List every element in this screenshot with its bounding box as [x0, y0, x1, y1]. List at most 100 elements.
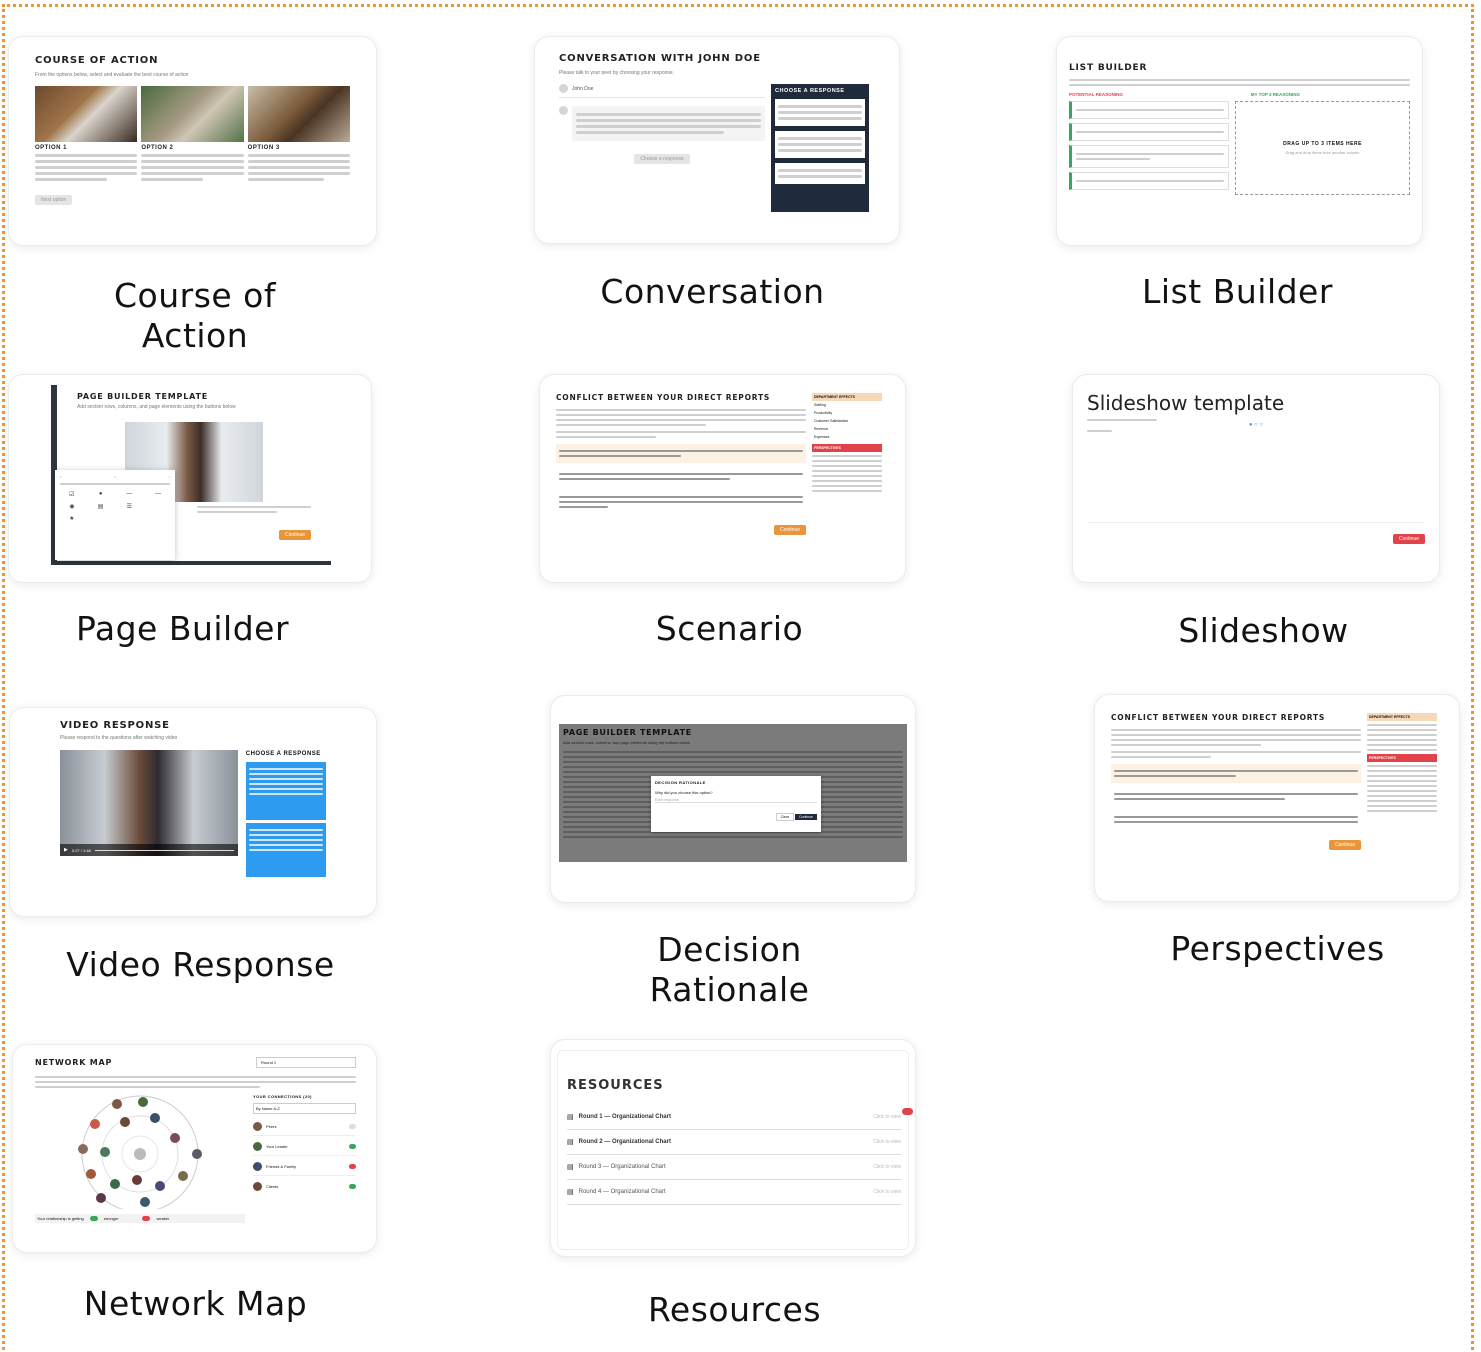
left-column-label: POTENTIAL REASONING [1069, 92, 1123, 97]
dept-effects-header: DEPARTMENT EFFECTS [1367, 713, 1437, 721]
choice[interactable] [1111, 787, 1361, 806]
choice-selected[interactable] [556, 444, 806, 463]
circle-icon[interactable]: ● [89, 491, 113, 498]
sort-select[interactable]: By Name A-Z [253, 1103, 356, 1114]
drop-subtitle: Drag and drop items from another column [1285, 150, 1360, 155]
page-builder-preview[interactable]: PAGE BUILDER TEMPLATE Add section rows, … [9, 375, 371, 582]
text-icon[interactable]: ▤ [89, 503, 113, 510]
checkbox-icon[interactable]: ☑ [60, 491, 84, 498]
connection-row[interactable]: Your Leader [253, 1142, 356, 1156]
laptop-image [35, 86, 138, 142]
legend-label: Your relationship is getting [37, 1216, 84, 1221]
resource-title: Round 1 — Organizational Chart [578, 1114, 671, 1120]
continue-button[interactable]: Continue [773, 525, 806, 535]
resource-title: Round 4 — Organizational Chart [578, 1189, 666, 1195]
continue-button[interactable]: Continue [794, 814, 817, 820]
continue-button[interactable]: Continue [278, 530, 311, 540]
preview-title: Slideshow template [1087, 391, 1285, 415]
scenario-preview[interactable]: CONFLICT BETWEEN YOUR DIRECT REPORTS Con… [540, 375, 905, 582]
notification-badge [902, 1108, 913, 1115]
preview-subtitle: Add section rows, columns, and page elem… [563, 740, 690, 745]
list-item[interactable] [1069, 101, 1229, 119]
resource-row[interactable]: ▤ Round 4 — Organizational Chart Click t… [567, 1180, 901, 1205]
resources-preview[interactable]: RESOURCES ▤ Round 1 — Organizational Cha… [551, 1040, 915, 1256]
continue-button[interactable]: Continue [1392, 534, 1425, 544]
connection-row[interactable]: Clients [253, 1182, 356, 1191]
slide-dots[interactable]: ● ○ ○ [1087, 422, 1425, 428]
preview-title: CONFLICT BETWEEN YOUR DIRECT REPORTS [556, 393, 771, 402]
list-icon[interactable]: ☰ [118, 503, 142, 510]
video-response-preview[interactable]: VIDEO RESPONSE Please respond to the que… [10, 708, 376, 916]
choice[interactable] [1111, 810, 1361, 829]
choice-selected[interactable] [1111, 764, 1361, 783]
network-graph[interactable]: Your relationship is getting stronger we… [35, 1094, 245, 1223]
response-option[interactable] [245, 762, 326, 820]
response-option[interactable] [775, 163, 865, 184]
preview-subtitle: From the options below, select and evalu… [35, 72, 189, 78]
video-player[interactable]: ▶ 0:27 / 1:48 [60, 750, 238, 856]
element-toolbox[interactable]: ▪ ▪ ▪ ☑ ● — — ◉ ▤ ☰ ★ [55, 470, 175, 560]
preview-title: CONFLICT BETWEEN YOUR DIRECT REPORTS [1111, 713, 1326, 722]
caption-decision-rationale: Decision Rationale [562, 930, 897, 1010]
connection-row[interactable]: Friends & Family [253, 1162, 356, 1176]
clear-button[interactable]: Clear [775, 813, 794, 821]
message-bubble [572, 106, 765, 141]
caption-page-builder: Page Builder [75, 609, 290, 648]
network-map-preview[interactable]: NETWORK MAP Round 1 Your relationship is… [13, 1045, 376, 1252]
next-option-button[interactable]: Next option [35, 195, 73, 205]
preview-title: LIST BUILDER [1069, 63, 1148, 73]
list-item[interactable] [1069, 172, 1229, 190]
rationale-input[interactable]: Enter response [655, 798, 817, 803]
view-link[interactable]: Click to view [873, 1114, 901, 1120]
preview-title: COURSE OF ACTION [35, 55, 159, 66]
play-icon[interactable]: ▶ [64, 847, 68, 853]
round-select[interactable]: Round 1 [256, 1057, 356, 1068]
star-icon[interactable]: ★ [60, 515, 84, 522]
choose-response-button[interactable]: Choose a response [634, 154, 690, 164]
continue-button[interactable]: Continue [1328, 840, 1361, 850]
view-link[interactable]: Click to view [873, 1139, 901, 1145]
resource-row[interactable]: ▤ Round 1 — Organizational Chart Click t… [567, 1107, 901, 1130]
side-item[interactable]: Staffing [812, 401, 882, 409]
response-option[interactable] [775, 131, 865, 158]
sidebar: DEPARTMENT EFFECTS Staffing Productivity… [812, 393, 882, 536]
option-card[interactable]: OPTION 3 [247, 86, 350, 184]
drop-zone[interactable]: DRAG UP TO 3 ITEMS HERE Drag and drop it… [1235, 101, 1410, 195]
target-icon[interactable]: ◉ [60, 503, 84, 510]
side-item[interactable]: Customer Satisfaction [812, 417, 882, 425]
course-of-action-preview[interactable]: COURSE OF ACTION From the options below,… [9, 37, 376, 245]
view-link[interactable]: Click to view [873, 1189, 901, 1195]
resource-row[interactable]: ▤ Round 2 — Organizational Chart Click t… [567, 1130, 901, 1155]
view-link[interactable]: Click to view [873, 1164, 901, 1170]
list-builder-preview[interactable]: LIST BUILDER POTENTIAL REASONING MY TOP … [1057, 37, 1422, 245]
preview-subtitle: Please talk to your peer by choosing you… [559, 70, 675, 76]
response-option[interactable] [775, 99, 865, 126]
choice[interactable] [556, 490, 806, 514]
option-title: OPTION 1 [35, 145, 68, 151]
list-item[interactable] [1069, 123, 1229, 141]
network-graph-svg[interactable] [35, 1094, 245, 1213]
perspectives-preview[interactable]: CONFLICT BETWEEN YOUR DIRECT REPORTS Con… [1095, 695, 1459, 901]
modal-question: Why did you choose this option? [655, 790, 713, 795]
option-card[interactable]: OPTION 2 [141, 86, 244, 184]
conversation-preview[interactable]: CONVERSATION WITH JOHN DOE Please talk t… [535, 37, 899, 243]
connection-row[interactable]: Peers [253, 1122, 356, 1136]
dash-icon[interactable]: — [118, 491, 142, 498]
speaker-name: John Doe [572, 85, 594, 92]
preview-title: PAGE BUILDER TEMPLATE [563, 728, 692, 737]
side-item[interactable]: Revenue [812, 425, 882, 433]
list-item[interactable] [1069, 145, 1229, 168]
resource-row[interactable]: ▤ Round 3 — Organizational Chart Click t… [567, 1155, 901, 1180]
slideshow-preview[interactable]: Slideshow template ● ○ ○ Continue [1073, 375, 1439, 582]
connections-label: YOUR CONNECTIONS (20) [253, 1094, 312, 1099]
choice[interactable] [556, 467, 806, 486]
side-item[interactable]: Productivity [812, 409, 882, 417]
line-icon[interactable]: — [146, 491, 170, 498]
side-item[interactable]: Expenses [812, 433, 882, 441]
decision-rationale-preview[interactable]: PAGE BUILDER TEMPLATE Add section rows, … [551, 696, 915, 902]
caption-course-of-action: Course of Action [30, 276, 360, 356]
option-card[interactable]: OPTION 1 [35, 86, 138, 184]
resource-title: Round 2 — Organizational Chart [578, 1139, 671, 1145]
response-option[interactable] [245, 823, 326, 877]
rationale-modal[interactable]: DECISION RATIONALE Why did you choose th… [651, 776, 821, 832]
